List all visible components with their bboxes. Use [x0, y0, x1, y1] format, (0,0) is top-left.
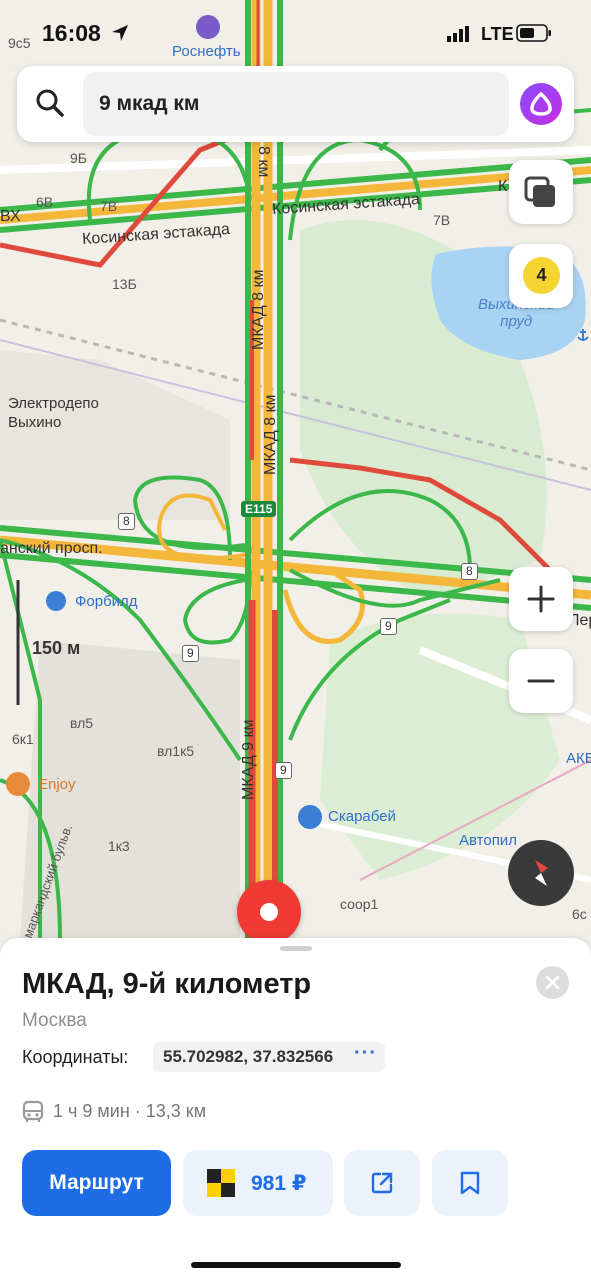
anchor-icon	[576, 328, 590, 342]
shop-icon[interactable]	[298, 805, 322, 829]
scale-label: 150 м	[32, 638, 81, 658]
scale-bar: 150 м	[15, 580, 95, 705]
coordinates-label: Координаты:	[22, 1047, 129, 1067]
building-number: соор1	[340, 896, 379, 912]
compass-button[interactable]	[508, 840, 574, 906]
close-button[interactable]	[536, 966, 569, 999]
share-icon	[371, 1172, 393, 1194]
taxi-price: 981 ₽	[251, 1172, 307, 1195]
building-number: 7В	[100, 198, 118, 214]
taxi-button[interactable]: 981 ₽	[183, 1150, 333, 1216]
coordinates-value: 55.702982, 37.832566	[163, 1047, 334, 1066]
building-number: 6В	[36, 194, 54, 210]
road-label-mkad: МКАД 8 км	[250, 269, 267, 350]
traffic-level-badge: 4	[523, 257, 560, 294]
road-shield: 9	[275, 762, 292, 779]
taxi-icon	[207, 1169, 235, 1197]
akv-label: АКВ	[566, 750, 591, 767]
sheet-grabber[interactable]	[280, 946, 312, 951]
road-label-mkad: 8 км	[255, 146, 272, 178]
road-shield: 9	[380, 618, 397, 635]
compass-icon	[535, 860, 548, 886]
transit-info[interactable]: 1 ч 9 мин · 13,3 км	[22, 1100, 206, 1124]
signal-icon	[447, 26, 471, 47]
pin-center	[260, 903, 278, 921]
search-input[interactable]: 9 мкад км	[83, 72, 509, 136]
building-number: 7В	[433, 212, 451, 228]
location-pin[interactable]	[237, 880, 301, 944]
minus-icon	[527, 679, 555, 683]
road-label-prospect: анский просп.	[0, 540, 103, 557]
route-e115-shield: E115	[241, 501, 277, 517]
network-type: LTE	[481, 24, 514, 44]
search-bar[interactable]: 9 мкад км	[17, 66, 574, 142]
layers-button[interactable]	[509, 160, 573, 224]
road-label: ВХ	[0, 208, 21, 225]
share-button[interactable]	[344, 1150, 420, 1216]
place-title: МКАД, 9-й километр	[22, 968, 312, 1000]
bookmark-button[interactable]	[432, 1150, 508, 1216]
zoom-out-button[interactable]	[509, 649, 573, 713]
building-number: 6с	[572, 906, 587, 922]
building-number: вл1к5	[157, 743, 194, 759]
road-shield: 8	[461, 563, 478, 580]
enjoy-label: Enjoy	[38, 776, 76, 793]
home-indicator	[191, 1262, 401, 1268]
search-icon[interactable]	[35, 88, 65, 118]
transit-duration: 1 ч 9 мин · 13,3 км	[53, 1101, 207, 1121]
zoom-in-button[interactable]	[509, 567, 573, 631]
wine-icon[interactable]	[6, 772, 30, 796]
status-bar: 16:08 LTE	[0, 0, 591, 64]
scarabey-label: Скарабей	[328, 808, 396, 825]
coordinates-more-button[interactable]: ···	[354, 1042, 377, 1065]
bus-icon	[22, 1100, 44, 1122]
layers-icon	[524, 176, 555, 207]
voice-assistant-button[interactable]	[520, 83, 562, 125]
traffic-button[interactable]: 4	[509, 244, 573, 308]
location-arrow-icon	[111, 24, 129, 47]
search-query: 9 мкад км	[99, 92, 200, 115]
plus-icon	[527, 585, 555, 613]
route-button-label: Маршрут	[49, 1171, 144, 1194]
place-card[interactable]: МКАД, 9-й километр Москва Координаты: 55…	[0, 938, 591, 1280]
bookmark-icon	[460, 1171, 480, 1195]
road-label: К	[498, 178, 508, 195]
status-time: 16:08	[42, 20, 101, 46]
place-city: Москва	[22, 1010, 87, 1031]
close-icon	[545, 975, 560, 990]
depot-label: Электродепо Выхино	[8, 395, 99, 431]
building-number: 9Б	[70, 150, 87, 166]
road-label-mkad: МКАД 8 км	[262, 394, 279, 475]
building-number: 1к3	[108, 838, 130, 854]
road-shield: 8	[118, 513, 135, 530]
building-number: 13Б	[112, 276, 137, 292]
building-number: вл5	[70, 715, 94, 731]
road-shield: 9	[182, 645, 199, 662]
building-number: 6к1	[12, 731, 34, 747]
battery-icon	[516, 24, 552, 47]
coordinates-field[interactable]: 55.702982, 37.832566 ···	[153, 1042, 385, 1072]
road-label-mkad: МКАД 9 км	[240, 719, 257, 800]
route-button[interactable]: Маршрут	[22, 1150, 171, 1216]
